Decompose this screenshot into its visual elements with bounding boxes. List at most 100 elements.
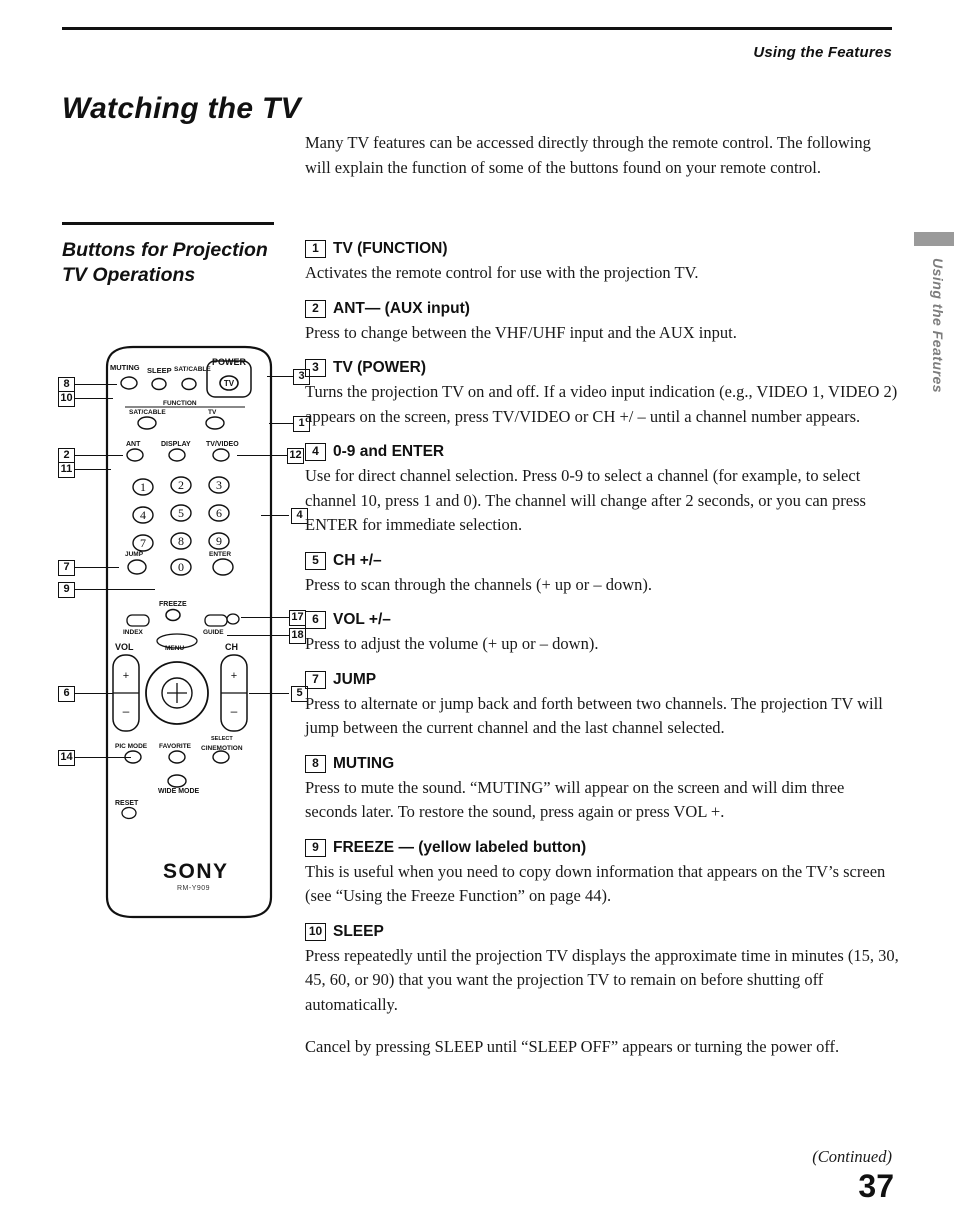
remote-label-sleep: SLEEP [147, 366, 172, 375]
svg-text:6: 6 [216, 506, 222, 520]
item-body: Press repeatedly until the projection TV… [305, 945, 899, 1014]
leader-line [227, 635, 289, 636]
svg-text:TV: TV [224, 379, 235, 388]
svg-text:–: – [123, 704, 130, 718]
svg-text:2: 2 [178, 478, 184, 492]
leader-line [237, 455, 287, 456]
item-title: CH +/– [333, 551, 382, 569]
remote-label-power: POWER [212, 357, 247, 367]
callout-9: 9 [58, 582, 75, 598]
item-heading: 3 TV (POWER) [305, 359, 899, 377]
item-heading: 5 CH +/– [305, 551, 899, 570]
item-number: 2 [305, 299, 326, 318]
callout-12: 12 [287, 448, 304, 464]
leader-line [267, 376, 295, 377]
leader-line [75, 693, 113, 694]
item-number: 1 [305, 240, 326, 258]
leader-line [75, 455, 123, 456]
item-title: TV (FUNCTION) [333, 240, 448, 257]
remote-label-reset: RESET [115, 800, 139, 807]
item-number: 9 [305, 838, 326, 857]
list-item: 5 CH +/– Press to scan through the chann… [305, 551, 899, 598]
closing-paragraph-block: Cancel by pressing SLEEP until “SLEEP OF… [305, 1035, 899, 1060]
svg-text:0: 0 [178, 560, 184, 574]
svg-text:4: 4 [140, 508, 146, 522]
callout-10: 10 [58, 391, 75, 407]
running-head: Using the Features [753, 44, 892, 61]
remote-label-display: DISPLAY [161, 441, 191, 448]
remote-label-jump: JUMP [125, 551, 144, 558]
callout-17: 17 [289, 610, 306, 626]
list-item: 7 JUMP Press to alternate or jump back a… [305, 670, 899, 741]
sidebar-heading: Buttons for Projection TV Operations [62, 239, 268, 286]
leader-line [75, 398, 113, 399]
item-title: ANT— (AUX input) [333, 299, 470, 317]
item-heading: 1 TV (FUNCTION) [305, 240, 899, 258]
callout-7: 7 [58, 560, 75, 576]
remote-label-guide: GUIDE [203, 629, 224, 636]
item-heading: 4 0-9 and ENTER [305, 443, 899, 461]
item-body: Press to adjust the volume (+ up or – do… [305, 634, 599, 653]
remote-label-tv-video: TV/VIDEO [206, 441, 239, 448]
list-item: 10 SLEEP Press repeatedly until the proj… [305, 922, 899, 1018]
svg-text:7: 7 [140, 536, 146, 550]
feature-list: 1 TV (FUNCTION) Activates the remote con… [305, 240, 899, 1074]
svg-text:5: 5 [178, 506, 184, 520]
leader-line [261, 515, 289, 516]
remote-label-select: SELECT [211, 736, 233, 742]
item-body: Activates the remote control for use wit… [305, 263, 699, 282]
item-title: FREEZE — (yellow labeled button) [333, 838, 587, 856]
remote-label-pic-mode: PIC MODE [115, 743, 148, 750]
svg-text:1: 1 [140, 480, 146, 494]
item-number: 8 [305, 754, 326, 773]
item-title: 0-9 and ENTER [333, 443, 445, 460]
intro-paragraph: Many TV features can be accessed directl… [305, 133, 871, 177]
remote-label-menu: MENU [165, 645, 185, 652]
callout-6: 6 [58, 686, 75, 702]
item-body: Press to alternate or jump back and fort… [305, 693, 883, 738]
header-rule [62, 27, 892, 30]
edge-tab-label: Using the Features [930, 258, 946, 394]
list-item: 2 ANT— (AUX input) Press to change betwe… [305, 299, 899, 346]
item-heading: 7 JUMP [305, 670, 899, 689]
edge-tab-marker [914, 232, 954, 246]
remote-label-tv: TV [208, 409, 217, 416]
item-number: 3 [305, 359, 326, 377]
remote-label-freeze: FREEZE [159, 601, 187, 608]
remote-label-vol: VOL [115, 642, 134, 652]
item-number: 6 [305, 611, 326, 629]
svg-text:9: 9 [216, 534, 222, 548]
svg-text:+: + [231, 670, 237, 682]
sidebar-rule [62, 222, 274, 225]
list-item: 3 TV (POWER) Turns the projection TV on … [305, 359, 899, 429]
item-title: VOL +/– [333, 611, 391, 628]
leader-line [249, 693, 289, 694]
item-body: Turns the projection TV on and off. If a… [305, 382, 898, 426]
list-item: 6 VOL +/– Press to adjust the volume (+ … [305, 611, 899, 657]
list-item: 8 MUTING Press to mute the sound. “MUTIN… [305, 754, 899, 825]
continued-note: (Continued) [812, 1147, 892, 1166]
item-heading: 2 ANT— (AUX input) [305, 299, 899, 318]
remote-label-favorite: FAVORITE [159, 743, 192, 750]
item-heading: 9 FREEZE — (yellow labeled button) [305, 838, 899, 857]
item-title: TV (POWER) [333, 359, 426, 376]
remote-model-number: RM-Y909 [177, 885, 211, 892]
page-title: Watching the TV [62, 92, 301, 125]
svg-text:+: + [123, 670, 129, 682]
item-number: 5 [305, 551, 326, 570]
list-item: 1 TV (FUNCTION) Activates the remote con… [305, 240, 899, 286]
leader-line [75, 757, 131, 758]
leader-line [75, 567, 119, 568]
item-title: JUMP [333, 670, 377, 688]
list-item: 4 0-9 and ENTER Use for direct channel s… [305, 443, 899, 538]
list-item: 9 FREEZE — (yellow labeled button) This … [305, 838, 899, 909]
remote-label-function: FUNCTION [163, 400, 197, 407]
remote-label-muting: MUTING [110, 363, 140, 372]
svg-text:3: 3 [216, 478, 222, 492]
remote-label-satcable: SAT/CABLE [174, 366, 211, 373]
leader-line [75, 469, 111, 470]
remote-label-cinemotion: CINEMOTION [201, 745, 243, 752]
item-title: MUTING [333, 754, 395, 772]
sony-brand-logo: SONY [163, 860, 229, 883]
item-body: Use for direct channel selection. Press … [305, 466, 866, 534]
